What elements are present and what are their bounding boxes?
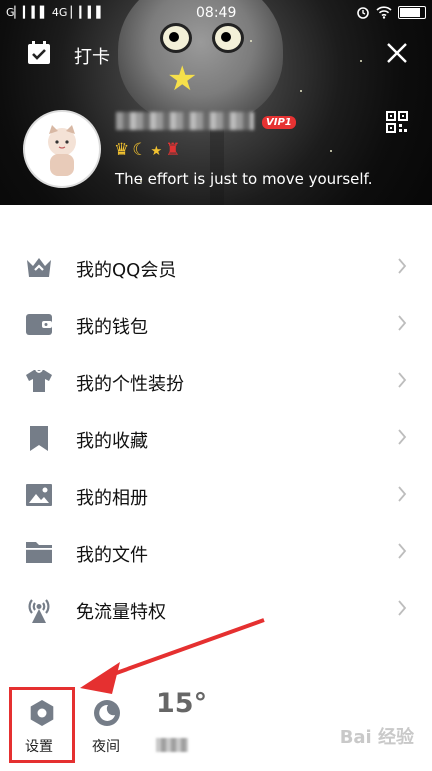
avatar[interactable] [23, 110, 101, 188]
close-icon[interactable] [384, 40, 410, 66]
calendar-check-icon[interactable] [26, 40, 52, 66]
menu-item-files[interactable]: 我的文件 [0, 523, 432, 580]
antenna-icon [28, 599, 50, 623]
vip-badge[interactable]: VIP1 [262, 116, 296, 129]
night-mode-icon[interactable] [92, 698, 122, 728]
qr-code-icon[interactable] [386, 111, 408, 133]
crown-badge-icon: ♛ [114, 140, 133, 160]
chevron-right-icon [398, 543, 407, 559]
weather-location-blurred [156, 738, 188, 752]
chevron-right-icon [398, 486, 407, 502]
status-time: 08:49 [196, 5, 237, 21]
alarm-icon [357, 7, 369, 19]
photo-icon [26, 484, 52, 506]
folder-icon [26, 542, 52, 563]
menu-item-label: 我的相册 [76, 488, 148, 509]
star-badge-icon: ★ [150, 144, 166, 159]
wifi-icon [376, 5, 392, 19]
menu-item-label: 我的个性装扮 [76, 374, 184, 395]
crown-icon [27, 258, 51, 277]
menu-item-wallet[interactable]: 我的钱包 [0, 295, 432, 352]
night-mode-label[interactable]: 夜间 [92, 736, 120, 756]
menu-item-label: 我的收藏 [76, 431, 148, 452]
menu-item-label: 我的钱包 [76, 317, 148, 338]
chevron-right-icon [398, 258, 407, 274]
moon-badge-icon: ☾ [132, 140, 151, 160]
menu-item-album[interactable]: 我的相册 [0, 466, 432, 523]
profile-header: ★ G▏▎▍▌ 4G ▏▎▍▌ 08:49 打卡 VIP1 ♛☾★♜ The e… [0, 0, 432, 205]
menu-item-favorites[interactable]: 我的收藏 [0, 409, 432, 466]
menu-list: 我的QQ会员 我的钱包 我的个性装扮 我的收藏 我的相册 我的文件 免流量特权 [0, 238, 432, 637]
menu-item-label: 免流量特权 [76, 602, 166, 623]
weather-temperature[interactable]: 15° [156, 688, 207, 719]
figure-badge-icon: ♜ [165, 140, 184, 160]
username-blurred [116, 112, 254, 130]
menu-item-label: 我的文件 [76, 545, 148, 566]
status-bar: G▏▎▍▌ 4G ▏▎▍▌ 08:49 [0, 0, 432, 26]
menu-item-free-data[interactable]: 免流量特权 [0, 580, 432, 637]
chevron-right-icon [398, 600, 407, 616]
chevron-right-icon [398, 429, 407, 445]
wallet-icon [26, 314, 52, 335]
shirt-icon [26, 369, 52, 392]
watermark: Bai 经验 [339, 727, 414, 748]
checkin-label[interactable]: 打卡 [74, 43, 110, 69]
carrier-signal: G▏▎▍▌ 4G ▏▎▍▌ [6, 6, 105, 19]
menu-item-label: 我的QQ会员 [76, 260, 177, 281]
chevron-right-icon [398, 315, 407, 331]
signature-text[interactable]: The effort is just to move yourself. [115, 170, 373, 188]
chevron-right-icon [398, 372, 407, 388]
menu-item-personalization[interactable]: 我的个性装扮 [0, 352, 432, 409]
bookmark-icon [30, 426, 48, 451]
menu-item-qq-vip[interactable]: 我的QQ会员 [0, 238, 432, 295]
battery-icon [398, 5, 426, 19]
badges-row[interactable]: ♛☾★♜ [114, 140, 183, 160]
highlight-box [9, 687, 75, 763]
